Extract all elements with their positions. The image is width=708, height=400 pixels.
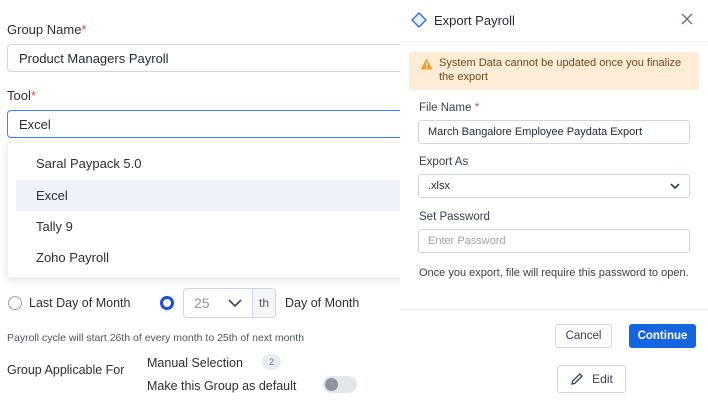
last-day-radio[interactable] [8,296,22,310]
password-input[interactable]: Enter Password [418,229,690,253]
tool-option-tally[interactable]: Tally 9 [16,211,408,242]
tool-option-excel[interactable]: Excel [16,180,408,211]
default-group-toggle[interactable] [323,376,357,393]
group-name-label-text: Group Name [7,22,82,37]
required-mark: * [30,88,36,103]
edit-button-label: Edit [592,372,613,386]
file-name-label: File Name * [419,102,479,114]
day-suffix: th [252,289,275,317]
chevron-down-icon [218,299,252,307]
edit-button[interactable]: Edit [557,365,626,393]
diamond-icon [411,12,427,28]
day-of-month-label: Day of Month [285,296,360,310]
export-as-label: Export As [419,156,469,168]
export-payroll-modal: Export Payroll System Data cannot be upd… [400,0,708,400]
warning-text: System Data cannot be updated once you f… [439,57,682,83]
cancel-button[interactable]: Cancel [555,324,612,348]
continue-button[interactable]: Continue [629,324,696,348]
toggle-knob [325,378,338,391]
tool-option-saral[interactable]: Saral Paypack 5.0 [16,148,408,179]
export-as-select[interactable]: .xlsx [418,174,690,198]
required-mark: * [81,22,87,37]
pencil-icon [571,373,584,385]
password-info-text: Once you export, file will require this … [419,267,689,279]
day-select[interactable]: 25 th [183,288,276,318]
warning-banner: System Data cannot be updated once you f… [409,52,699,90]
chevron-down-icon [670,183,680,189]
warning-icon [420,58,433,70]
payroll-group-screen: Group Name* Product Managers Payroll Too… [0,0,708,400]
last-day-label: Last Day of Month [29,296,131,310]
modal-header: Export Payroll [400,0,708,42]
tool-select-value: Excel [19,116,51,132]
group-name-value: Product Managers Payroll [19,50,169,66]
file-name-input[interactable]: March Bangalore Employee Paydata Export [418,120,690,144]
group-applicable-label: Group Applicable For [7,363,125,377]
file-name-label-text: File Name [419,102,472,114]
tool-label-text: Tool [7,88,31,103]
group-name-input[interactable]: Product Managers Payroll [7,44,407,72]
export-as-value: .xlsx [428,180,450,192]
day-of-month-radio[interactable] [160,296,174,310]
password-placeholder: Enter Password [428,235,506,247]
close-icon[interactable] [680,12,694,26]
file-name-value: March Bangalore Employee Paydata Export [428,126,643,138]
day-value: 25 [194,295,210,311]
manual-selection-count-badge: 2 [262,354,281,370]
manual-selection-label[interactable]: Manual Selection [147,356,243,370]
required-mark: * [474,102,480,114]
tool-select[interactable]: Excel [7,110,407,138]
cycle-note: Payroll cycle will start 26th of every m… [7,332,305,344]
modal-footer-divider [400,309,708,310]
tool-option-zoho[interactable]: Zoho Payroll [16,242,408,273]
default-group-label: Make this Group as default [147,379,297,393]
tool-label: Tool* [7,88,36,103]
modal-title: Export Payroll [434,13,515,28]
set-password-label: Set Password [419,211,490,223]
group-name-label: Group Name* [7,22,86,37]
tool-dropdown-menu: Saral Paypack 5.0 Excel Tally 9 Zoho Pay… [7,142,408,278]
